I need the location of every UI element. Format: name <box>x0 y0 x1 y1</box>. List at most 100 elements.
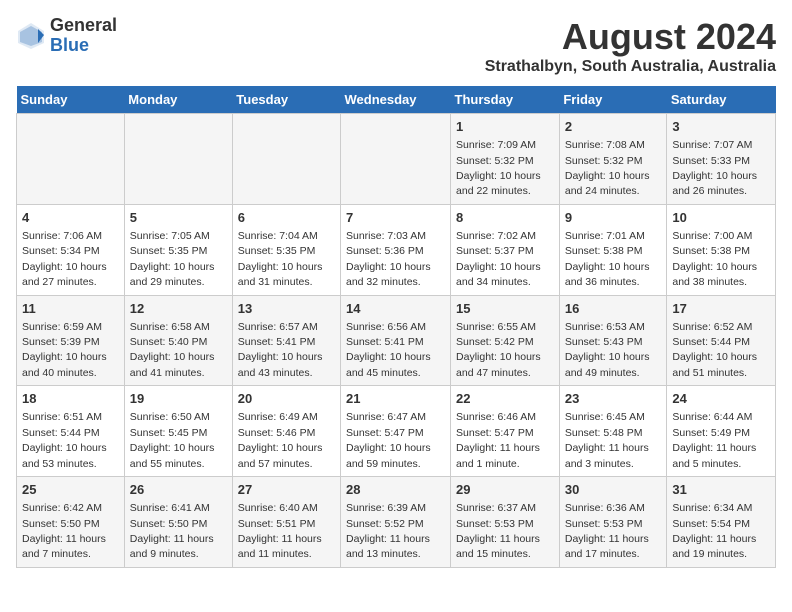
logo-general-text: General <box>50 16 117 36</box>
calendar-cell: 24 Sunrise: 6:44 AM Sunset: 5:49 PM Dayli… <box>667 386 776 477</box>
title-block: August 2024 Strathalbyn, South Australia… <box>485 16 776 76</box>
day-number: 13 <box>238 300 335 318</box>
day-info: Sunrise: 6:44 AM Sunset: 5:49 PM Dayligh… <box>672 411 756 469</box>
day-number: 11 <box>22 300 119 318</box>
day-info: Sunrise: 7:05 AM Sunset: 5:35 PM Dayligh… <box>130 230 215 288</box>
day-number: 12 <box>130 300 227 318</box>
day-number: 30 <box>565 481 662 499</box>
calendar-cell: 15 Sunrise: 6:55 AM Sunset: 5:42 PM Dayli… <box>451 295 560 386</box>
calendar-cell: 21 Sunrise: 6:47 AM Sunset: 5:47 PM Dayli… <box>341 386 451 477</box>
calendar-table: SundayMondayTuesdayWednesdayThursdayFrid… <box>16 86 776 568</box>
day-info: Sunrise: 7:09 AM Sunset: 5:32 PM Dayligh… <box>456 139 541 197</box>
calendar-cell: 10Sunrise: 7:00 AM Sunset: 5:38 PM Dayli… <box>667 204 776 295</box>
day-number: 29 <box>456 481 554 499</box>
day-number: 24 <box>672 390 770 408</box>
day-number: 15 <box>456 300 554 318</box>
header-sunday: Sunday <box>17 86 125 114</box>
week-row-1: 1 Sunrise: 7:09 AM Sunset: 5:32 PM Daylig… <box>17 114 776 205</box>
calendar-cell: 30Sunrise: 6:36 AM Sunset: 5:53 PM Dayli… <box>559 477 667 568</box>
week-row-5: 25Sunrise: 6:42 AM Sunset: 5:50 PM Dayli… <box>17 477 776 568</box>
day-info: Sunrise: 7:07 AM Sunset: 5:33 PM Dayligh… <box>672 139 757 197</box>
calendar-cell: 19Sunrise: 6:50 AM Sunset: 5:45 PM Dayli… <box>124 386 232 477</box>
day-info: Sunrise: 7:03 AM Sunset: 5:36 PM Dayligh… <box>346 230 431 288</box>
calendar-cell: 2 Sunrise: 7:08 AM Sunset: 5:32 PM Daylig… <box>559 114 667 205</box>
day-info: Sunrise: 7:08 AM Sunset: 5:32 PM Dayligh… <box>565 139 650 197</box>
header-tuesday: Tuesday <box>232 86 340 114</box>
day-number: 2 <box>565 118 662 136</box>
calendar-cell <box>124 114 232 205</box>
header-row: SundayMondayTuesdayWednesdayThursdayFrid… <box>17 86 776 114</box>
day-number: 16 <box>565 300 662 318</box>
day-info: Sunrise: 6:51 AM Sunset: 5:44 PM Dayligh… <box>22 411 107 469</box>
header-saturday: Saturday <box>667 86 776 114</box>
day-info: Sunrise: 6:39 AM Sunset: 5:52 PM Dayligh… <box>346 502 430 560</box>
day-number: 22 <box>456 390 554 408</box>
calendar-cell: 20 Sunrise: 6:49 AM Sunset: 5:46 PM Dayli… <box>232 386 340 477</box>
day-info: Sunrise: 6:49 AM Sunset: 5:46 PM Dayligh… <box>238 411 323 469</box>
day-info: Sunrise: 6:41 AM Sunset: 5:50 PM Dayligh… <box>130 502 214 560</box>
day-number: 20 <box>238 390 335 408</box>
calendar-cell <box>17 114 125 205</box>
calendar-cell: 26 Sunrise: 6:41 AM Sunset: 5:50 PM Dayli… <box>124 477 232 568</box>
day-info: Sunrise: 6:40 AM Sunset: 5:51 PM Dayligh… <box>238 502 322 560</box>
day-info: Sunrise: 7:04 AM Sunset: 5:35 PM Dayligh… <box>238 230 323 288</box>
day-number: 19 <box>130 390 227 408</box>
calendar-cell: 17 Sunrise: 6:52 AM Sunset: 5:44 PM Dayli… <box>667 295 776 386</box>
day-number: 8 <box>456 209 554 227</box>
calendar-cell: 6Sunrise: 7:04 AM Sunset: 5:35 PM Daylig… <box>232 204 340 295</box>
day-number: 31 <box>672 481 770 499</box>
day-number: 21 <box>346 390 445 408</box>
day-info: Sunrise: 6:53 AM Sunset: 5:43 PM Dayligh… <box>565 321 650 379</box>
day-info: Sunrise: 6:55 AM Sunset: 5:42 PM Dayligh… <box>456 321 541 379</box>
day-number: 23 <box>565 390 662 408</box>
calendar-cell: 7 Sunrise: 7:03 AM Sunset: 5:36 PM Daylig… <box>341 204 451 295</box>
day-number: 25 <box>22 481 119 499</box>
month-year-title: August 2024 <box>485 16 776 58</box>
calendar-cell: 29 Sunrise: 6:37 AM Sunset: 5:53 PM Dayli… <box>451 477 560 568</box>
calendar-cell: 12Sunrise: 6:58 AM Sunset: 5:40 PM Dayli… <box>124 295 232 386</box>
day-number: 17 <box>672 300 770 318</box>
day-info: Sunrise: 6:59 AM Sunset: 5:39 PM Dayligh… <box>22 321 107 379</box>
calendar-cell <box>232 114 340 205</box>
day-info: Sunrise: 6:52 AM Sunset: 5:44 PM Dayligh… <box>672 321 757 379</box>
calendar-cell: 8Sunrise: 7:02 AM Sunset: 5:37 PM Daylig… <box>451 204 560 295</box>
day-number: 1 <box>456 118 554 136</box>
day-info: Sunrise: 6:57 AM Sunset: 5:41 PM Dayligh… <box>238 321 323 379</box>
calendar-cell: 18Sunrise: 6:51 AM Sunset: 5:44 PM Dayli… <box>17 386 125 477</box>
logo: General Blue <box>16 16 117 56</box>
calendar-cell: 23 Sunrise: 6:45 AM Sunset: 5:48 PM Dayli… <box>559 386 667 477</box>
day-number: 26 <box>130 481 227 499</box>
calendar-cell: 1 Sunrise: 7:09 AM Sunset: 5:32 PM Daylig… <box>451 114 560 205</box>
header-wednesday: Wednesday <box>341 86 451 114</box>
calendar-cell: 4Sunrise: 7:06 AM Sunset: 5:34 PM Daylig… <box>17 204 125 295</box>
day-info: Sunrise: 6:37 AM Sunset: 5:53 PM Dayligh… <box>456 502 540 560</box>
calendar-cell: 27 Sunrise: 6:40 AM Sunset: 5:51 PM Dayli… <box>232 477 340 568</box>
logo-blue-text: Blue <box>50 36 117 56</box>
day-number: 9 <box>565 209 662 227</box>
day-info: Sunrise: 6:34 AM Sunset: 5:54 PM Dayligh… <box>672 502 756 560</box>
day-number: 28 <box>346 481 445 499</box>
day-number: 14 <box>346 300 445 318</box>
day-info: Sunrise: 6:46 AM Sunset: 5:47 PM Dayligh… <box>456 411 540 469</box>
calendar-cell: 13 Sunrise: 6:57 AM Sunset: 5:41 PM Dayli… <box>232 295 340 386</box>
day-info: Sunrise: 7:01 AM Sunset: 5:38 PM Dayligh… <box>565 230 650 288</box>
day-number: 7 <box>346 209 445 227</box>
calendar-cell: 3 Sunrise: 7:07 AM Sunset: 5:33 PM Daylig… <box>667 114 776 205</box>
calendar-cell: 9 Sunrise: 7:01 AM Sunset: 5:38 PM Daylig… <box>559 204 667 295</box>
header-thursday: Thursday <box>451 86 560 114</box>
location-subtitle: Strathalbyn, South Australia, Australia <box>485 58 776 76</box>
day-number: 27 <box>238 481 335 499</box>
day-number: 10 <box>672 209 770 227</box>
logo-icon <box>16 21 46 51</box>
day-info: Sunrise: 7:06 AM Sunset: 5:34 PM Dayligh… <box>22 230 107 288</box>
calendar-cell: 22 Sunrise: 6:46 AM Sunset: 5:47 PM Dayli… <box>451 386 560 477</box>
calendar-cell: 11 Sunrise: 6:59 AM Sunset: 5:39 PM Dayli… <box>17 295 125 386</box>
week-row-3: 11 Sunrise: 6:59 AM Sunset: 5:39 PM Dayli… <box>17 295 776 386</box>
day-number: 3 <box>672 118 770 136</box>
calendar-cell: 28 Sunrise: 6:39 AM Sunset: 5:52 PM Dayli… <box>341 477 451 568</box>
calendar-cell: 14Sunrise: 6:56 AM Sunset: 5:41 PM Dayli… <box>341 295 451 386</box>
day-info: Sunrise: 6:45 AM Sunset: 5:48 PM Dayligh… <box>565 411 649 469</box>
day-info: Sunrise: 6:47 AM Sunset: 5:47 PM Dayligh… <box>346 411 431 469</box>
calendar-cell: 25Sunrise: 6:42 AM Sunset: 5:50 PM Dayli… <box>17 477 125 568</box>
header-friday: Friday <box>559 86 667 114</box>
